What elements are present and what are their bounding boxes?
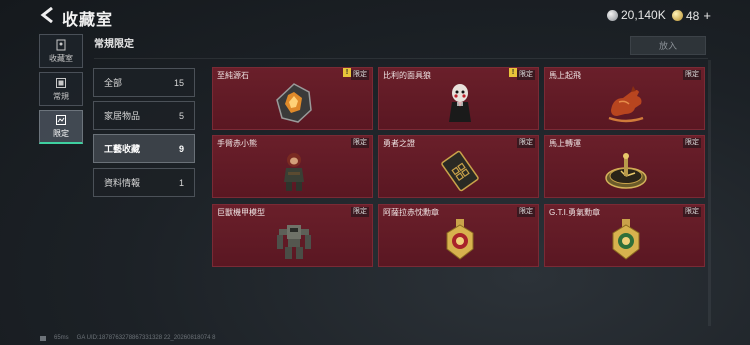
figure-icon <box>284 153 304 191</box>
nav-label: 收藏室 <box>49 53 73 63</box>
uid-text: GA UID:1878763278867331328 22_2026081807… <box>76 335 216 341</box>
item-card[interactable]: 巨獸機甲模型 限定 <box>212 204 373 267</box>
silver-currency: 20,140K <box>607 8 666 22</box>
medal-green-icon <box>612 219 640 260</box>
item-card[interactable]: 馬上轉運 限定 <box>544 135 705 198</box>
item-name: 巨獸機甲模型 <box>217 208 265 217</box>
limited-badge: 限定 <box>683 207 701 217</box>
item-name: 馬上起飛 <box>549 71 581 80</box>
clock-icon <box>605 153 647 189</box>
item-name: 馬上轉運 <box>549 139 581 148</box>
silver-coin-icon <box>607 9 618 21</box>
nav-limited[interactable]: 限定 <box>39 110 83 144</box>
item-name: G.T.I.勇氣勳章 <box>549 208 601 217</box>
puppet-icon <box>449 84 471 122</box>
limited-badge: 限定 <box>351 70 369 80</box>
category-count: 9 <box>178 143 184 154</box>
limited-badge: 限定 <box>517 70 535 80</box>
limited-badge: 限定 <box>351 138 369 148</box>
item-card[interactable]: 至純源石 ! 限定 <box>212 67 373 130</box>
status-footer: 65ms GA UID:1878763278867331328 22_20260… <box>40 335 215 341</box>
category-label: 資料情報 <box>104 178 141 188</box>
card-icon <box>441 150 479 192</box>
limited-badge: 限定 <box>351 207 369 217</box>
regular-icon <box>56 77 66 88</box>
scrollbar[interactable] <box>708 60 711 326</box>
back-arrow-icon[interactable] <box>40 7 54 23</box>
new-alert-icon: ! <box>509 68 517 77</box>
limited-badge: 限定 <box>517 207 535 217</box>
category-intel[interactable]: 資料情報 1 <box>93 168 195 197</box>
item-card[interactable]: 阿薩拉赤忱勳章 限定 <box>378 204 539 267</box>
gold-currency[interactable]: 48 + <box>672 8 711 23</box>
horse-icon <box>608 86 644 123</box>
divider <box>94 58 708 59</box>
gem-icon <box>276 83 312 123</box>
put-in-button[interactable]: 放入 <box>630 36 706 55</box>
limited-badge: 限定 <box>683 70 701 80</box>
mech-icon <box>277 225 311 259</box>
category-all[interactable]: 全部 15 <box>93 68 195 97</box>
category-count: 5 <box>178 110 184 121</box>
category-count: 1 <box>178 177 184 188</box>
add-currency-button[interactable]: + <box>703 8 711 23</box>
item-card[interactable]: 勇者之證 限定 <box>378 135 539 198</box>
category-crafts[interactable]: 工藝收藏 9 <box>93 134 195 163</box>
category-label: 全部 <box>104 78 123 88</box>
category-label: 家居物品 <box>104 111 141 121</box>
nav-regular[interactable]: 常規 <box>39 72 83 106</box>
wifi-icon <box>40 335 46 341</box>
limited-badge: 限定 <box>683 138 701 148</box>
silver-amount: 20,140K <box>621 8 666 22</box>
item-name: 比利的面具狼 <box>383 71 431 80</box>
limited-icon <box>56 115 66 125</box>
section-title: 常規限定 <box>94 39 134 50</box>
ping-text: 65ms <box>54 335 69 341</box>
category-home-items[interactable]: 家居物品 5 <box>93 101 195 130</box>
item-card[interactable]: 比利的面具狼 ! 限定 <box>378 67 539 130</box>
category-count: 15 <box>173 77 184 88</box>
medal-red-icon <box>446 219 474 260</box>
limited-badge: 限定 <box>517 138 535 148</box>
collection-icon <box>56 39 66 50</box>
page-title: 收藏室 <box>62 12 114 29</box>
item-name: 手臂赤小熊 <box>217 139 257 148</box>
item-name: 阿薩拉赤忱勳章 <box>383 208 439 217</box>
top-bar: 收藏室 20,140K 48 + <box>0 0 750 32</box>
gold-amount: 48 <box>686 8 700 23</box>
gold-coin-icon <box>672 10 683 21</box>
item-card[interactable]: 手臂赤小熊 限定 <box>212 135 373 198</box>
item-card[interactable]: 馬上起飛 限定 <box>544 67 705 130</box>
item-name: 至純源石 <box>217 71 249 80</box>
nav-label: 限定 <box>53 129 69 138</box>
category-label: 工藝收藏 <box>104 144 141 154</box>
item-name: 勇者之證 <box>383 139 415 148</box>
new-alert-icon: ! <box>343 68 351 77</box>
item-card[interactable]: G.T.I.勇氣勳章 限定 <box>544 204 705 267</box>
nav-label: 常規 <box>53 91 69 101</box>
nav-collection-room[interactable]: 收藏室 <box>39 34 83 68</box>
